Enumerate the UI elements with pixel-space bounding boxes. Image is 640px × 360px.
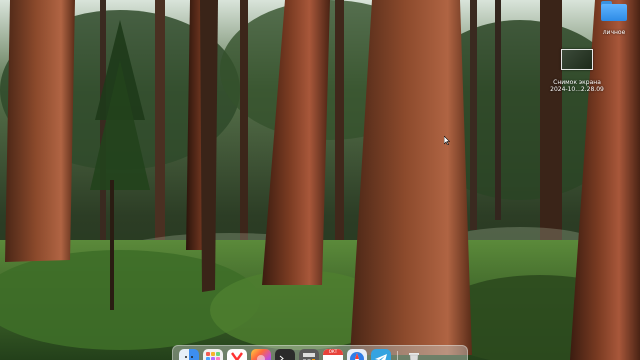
screenshot-label: Снимок экрана 2024-10...2.28.09 xyxy=(546,79,608,93)
safari-icon[interactable] xyxy=(347,349,367,360)
yandex-browser-icon[interactable] xyxy=(227,349,247,360)
screenshot-label-line1: Снимок экрана xyxy=(553,79,601,86)
folder-icon xyxy=(601,1,627,21)
wallpaper-sequoia-forest xyxy=(0,0,640,360)
trash-icon[interactable] xyxy=(404,349,424,360)
screenshot-file-icon xyxy=(561,49,593,70)
mouse-cursor-icon xyxy=(444,136,450,145)
finder-icon[interactable] xyxy=(179,349,199,360)
desktop-screenshot-file[interactable]: Снимок экрана 2024-10...2.28.09 xyxy=(546,49,608,93)
desktop-folder-personal[interactable]: личное xyxy=(594,1,634,36)
calendar-icon[interactable]: ОКТ xyxy=(323,349,343,360)
terminal-icon[interactable] xyxy=(275,349,295,360)
folder-label: личное xyxy=(602,29,626,36)
launchpad-icon[interactable] xyxy=(203,349,223,360)
screenshot-label-line2: 2024-10...2.28.09 xyxy=(550,86,604,93)
dock-separator xyxy=(397,351,398,360)
telegram-icon[interactable] xyxy=(371,349,391,360)
calculator-icon[interactable] xyxy=(299,349,319,360)
photos-icon[interactable] xyxy=(251,349,271,360)
desktop: личное Снимок экрана 2024-10...2.28.09 О… xyxy=(0,0,640,360)
calendar-month: ОКТ xyxy=(323,349,343,355)
dock: ОКТ xyxy=(172,345,468,360)
